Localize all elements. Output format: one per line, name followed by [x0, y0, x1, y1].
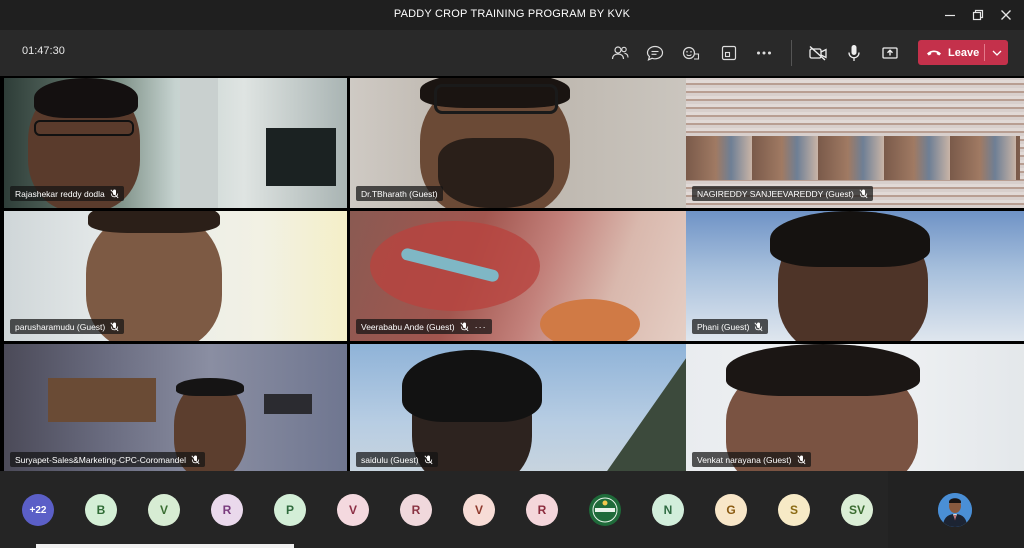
participant-avatar[interactable]: S	[778, 494, 810, 526]
participant-avatar[interactable]: V	[463, 494, 495, 526]
participant-nametag: Veerababu Ande (Guest) ···	[356, 319, 492, 334]
participant-nametag: parusharamudu (Guest)	[10, 319, 125, 334]
logo-icon	[589, 494, 621, 526]
roster-panel: +22 B V R P V R V R N G S SV	[0, 471, 888, 548]
video-feed-shelf	[180, 78, 218, 208]
participant-name: Rajashekar reddy dodla	[15, 188, 105, 199]
participant-hair	[770, 211, 930, 267]
video-tile[interactable]: Phani (Guest)	[686, 211, 1024, 341]
restore-icon[interactable]	[967, 4, 989, 26]
participant-avatar[interactable]: R	[526, 494, 558, 526]
video-feed-object	[264, 394, 312, 414]
reactions-icon[interactable]	[680, 42, 702, 64]
close-icon[interactable]	[995, 4, 1017, 26]
video-feed-tv	[266, 128, 336, 186]
camera-off-icon[interactable]	[807, 42, 829, 64]
participant-name: Veerababu Ande (Guest)	[361, 321, 455, 332]
mic-off-icon	[110, 188, 119, 199]
meeting-toolbar: 01:47:30 Leave	[0, 30, 1024, 76]
mic-off-icon	[424, 454, 433, 465]
people-icon[interactable]	[609, 42, 631, 64]
participant-name: saidulu (Guest)	[361, 454, 419, 465]
participant-avatar[interactable]: V	[148, 494, 180, 526]
participant-nametag: saidulu (Guest)	[356, 452, 438, 467]
video-feed-blur	[540, 299, 640, 341]
self-view-avatar[interactable]	[938, 493, 972, 527]
leave-button[interactable]: Leave	[918, 40, 1008, 65]
participant-hair	[176, 378, 244, 396]
tile-more-options[interactable]: ···	[475, 322, 487, 332]
participant-avatar[interactable]: B	[85, 494, 117, 526]
toolbar-divider	[791, 40, 792, 66]
video-feed-box	[48, 378, 156, 422]
participant-nametag: Rajashekar reddy dodla	[10, 186, 124, 201]
participant-hair	[726, 344, 920, 396]
mic-off-icon	[754, 321, 763, 332]
participant-roster: +22 B V R P V R V R N G S SV	[0, 471, 1024, 548]
participant-name: Venkat narayana (Guest)	[697, 454, 792, 465]
participant-avatar[interactable]: P	[274, 494, 306, 526]
more-participants-button[interactable]: +22	[22, 494, 54, 526]
participant-avatar[interactable]: N	[652, 494, 684, 526]
participant-nametag: Phani (Guest)	[692, 319, 769, 334]
glasses	[434, 84, 558, 114]
mic-off-icon	[191, 454, 200, 465]
video-tile[interactable]: NAGIREDDY SANJEEVAREDDY (Guest)	[686, 78, 1024, 208]
meeting-timer: 01:47:30	[22, 45, 65, 57]
participant-avatar-logo[interactable]	[589, 494, 621, 526]
leave-main-button[interactable]: Leave	[918, 40, 984, 65]
phone-hangup-icon	[926, 48, 942, 57]
chevron-down-icon[interactable]	[985, 40, 1008, 65]
participant-name: Phani (Guest)	[697, 321, 750, 332]
chat-icon[interactable]	[644, 42, 666, 64]
participant-name: NAGIREDDY SANJEEVAREDDY (Guest)	[697, 188, 854, 199]
participant-hair	[402, 350, 542, 422]
video-tile[interactable]: Suryapet-Sales&Marketing-CPC-Coromandel	[4, 344, 347, 474]
participant-avatar[interactable]: R	[211, 494, 243, 526]
participant-nametag: NAGIREDDY SANJEEVAREDDY (Guest)	[692, 186, 873, 201]
video-tile[interactable]: saidulu (Guest)	[350, 344, 693, 474]
mic-off-icon	[796, 454, 806, 465]
mic-off-icon	[859, 188, 868, 199]
glasses	[34, 120, 134, 136]
video-grid: Rajashekar reddy dodla Dr.TBharath (Gues…	[4, 78, 1024, 474]
video-tile[interactable]: Veerababu Ande (Guest) ···	[350, 211, 693, 341]
video-tile[interactable]: parusharamudu (Guest)	[4, 211, 347, 341]
participant-nametag: Venkat narayana (Guest)	[692, 452, 811, 467]
mic-icon[interactable]	[843, 42, 865, 64]
participant-avatar[interactable]: V	[337, 494, 369, 526]
participant-avatar[interactable]: SV	[841, 494, 873, 526]
participant-hair	[34, 78, 138, 118]
participant-nametag: Dr.TBharath (Guest)	[356, 186, 443, 201]
leave-label: Leave	[948, 46, 980, 59]
participant-avatar[interactable]: R	[400, 494, 432, 526]
title-bar: PADDY CROP TRAINING PROGRAM BY KVK	[0, 0, 1024, 30]
more-icon[interactable]	[753, 42, 775, 64]
page-progress-bar	[36, 544, 294, 548]
minimize-icon[interactable]	[939, 4, 961, 26]
participant-nametag: Suryapet-Sales&Marketing-CPC-Coromandel	[10, 452, 206, 467]
share-tray-icon[interactable]	[718, 42, 740, 64]
video-tile[interactable]: Dr.TBharath (Guest)	[350, 78, 693, 208]
participant-hair	[88, 211, 220, 233]
mic-off-icon	[110, 321, 119, 332]
video-tile[interactable]: Venkat narayana (Guest)	[686, 344, 1024, 474]
user-photo	[938, 493, 972, 527]
video-tile[interactable]: Rajashekar reddy dodla	[4, 78, 347, 208]
participant-avatar[interactable]: G	[715, 494, 747, 526]
video-feed-distortion	[686, 136, 1020, 180]
mic-off-icon	[460, 321, 469, 332]
window-title: PADDY CROP TRAINING PROGRAM BY KVK	[393, 8, 631, 20]
participant-name: Dr.TBharath (Guest)	[361, 188, 438, 199]
participant-name: parusharamudu (Guest)	[15, 321, 106, 332]
share-icon[interactable]	[879, 42, 901, 64]
participant-name: Suryapet-Sales&Marketing-CPC-Coromandel	[15, 454, 187, 465]
participant-beard	[438, 138, 554, 208]
